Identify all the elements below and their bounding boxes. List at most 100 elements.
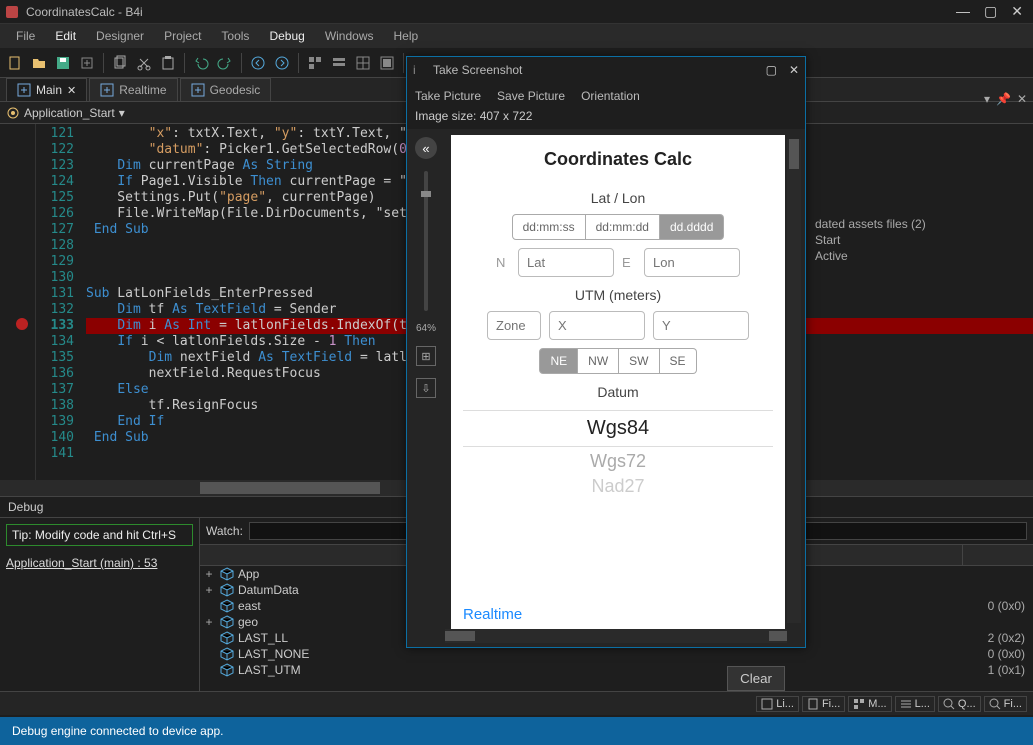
debug-tip: Tip: Modify code and hit Ctrl+S <box>6 524 193 546</box>
variable-row[interactable]: LAST_UTM1 (0x1) <box>200 662 1033 678</box>
variable-icon <box>220 615 234 629</box>
dropdown-icon[interactable]: ▾ <box>984 92 990 106</box>
seg-sw[interactable]: SW <box>619 348 659 374</box>
realtime-link[interactable]: Realtime <box>463 606 522 623</box>
tab-label: Main <box>36 83 62 97</box>
redo-icon[interactable] <box>214 52 236 74</box>
info-icon: i <box>413 63 427 77</box>
seg-ddmmdd[interactable]: dd:mm:dd <box>586 214 660 240</box>
app-icon <box>4 4 20 20</box>
module-icon <box>17 83 31 97</box>
menu-file[interactable]: File <box>6 26 45 46</box>
tab-label: Realtime <box>119 83 166 97</box>
seg-se[interactable]: SE <box>660 348 697 374</box>
variable-icon <box>220 567 234 581</box>
menu-debug[interactable]: Debug <box>259 26 314 46</box>
zoom-fit-icon[interactable]: ⊞ <box>416 346 436 366</box>
tool-find[interactable]: Fi... <box>984 696 1027 712</box>
screenshot-dialog: i Take Screenshot ▢ ✕ Take Picture Save … <box>406 56 806 648</box>
maximize-button[interactable]: ▢ <box>984 3 997 20</box>
module4-icon[interactable] <box>376 52 398 74</box>
menu-project[interactable]: Project <box>154 26 211 46</box>
tool-modules[interactable]: M... <box>848 696 891 712</box>
zoom-slider[interactable] <box>424 171 428 311</box>
save-icon[interactable] <box>52 52 74 74</box>
menu-designer[interactable]: Designer <box>86 26 154 46</box>
zoom-reset-icon[interactable]: « <box>415 137 437 159</box>
new-icon[interactable] <box>4 52 26 74</box>
variable-value: 2 (0x2) <box>961 631 1031 645</box>
back-icon[interactable] <box>247 52 269 74</box>
lon-input[interactable] <box>644 248 740 277</box>
breadcrumb-label[interactable]: Application_Start <box>24 106 115 120</box>
expand-icon[interactable]: + <box>202 583 216 597</box>
clear-button[interactable]: Clear <box>727 666 785 691</box>
orientation-link[interactable]: Orientation <box>581 89 640 103</box>
x-input[interactable] <box>549 311 645 340</box>
variable-name: LAST_UTM <box>238 663 961 677</box>
open-icon[interactable] <box>28 52 50 74</box>
utm-section-label: UTM (meters) <box>451 287 785 303</box>
scrollbar-thumb[interactable] <box>445 631 475 641</box>
menu-edit[interactable]: Edit <box>45 26 86 46</box>
image-size-label: Image size: 407 x 722 <box>407 109 805 129</box>
status-bar: Debug engine connected to device app. <box>0 717 1033 745</box>
scrollbar-thumb[interactable] <box>200 482 380 494</box>
dialog-horizontal-scrollbar[interactable] <box>445 629 787 643</box>
export-icon[interactable] <box>76 52 98 74</box>
breakpoint-gutter[interactable] <box>0 124 36 480</box>
tool-libraries[interactable]: Li... <box>756 696 799 712</box>
close-icon[interactable]: ✕ <box>789 63 799 77</box>
seg-ddmmss[interactable]: dd:mm:ss <box>512 214 586 240</box>
forward-icon[interactable] <box>271 52 293 74</box>
pin-icon[interactable]: 📌 <box>996 92 1011 106</box>
paste-icon[interactable] <box>157 52 179 74</box>
datum-picker[interactable]: Wgs84 Wgs72 Nad27 <box>451 410 785 499</box>
breakpoint-dot[interactable] <box>16 318 28 330</box>
datum-option: Nad27 <box>451 474 785 499</box>
close-icon[interactable]: ✕ <box>67 84 76 97</box>
tab-main[interactable]: Main ✕ <box>6 78 87 101</box>
tab-realtime[interactable]: Realtime <box>89 78 177 101</box>
menu-tools[interactable]: Tools <box>211 26 259 46</box>
tab-geodesic[interactable]: Geodesic <box>180 78 272 101</box>
seg-ne[interactable]: NE <box>539 348 578 374</box>
seg-dddddd[interactable]: dd.dddd <box>660 214 724 240</box>
latlon-section-label: Lat / Lon <box>451 190 785 206</box>
save-picture-link[interactable]: Save Picture <box>497 89 565 103</box>
menu-help[interactable]: Help <box>384 26 429 46</box>
zoom-save-icon[interactable]: ⇩ <box>416 378 436 398</box>
col-val[interactable] <box>963 545 1033 565</box>
copy-icon[interactable] <box>109 52 131 74</box>
zoom-slider-thumb[interactable] <box>421 191 431 197</box>
close-button[interactable]: ✕ <box>1011 3 1023 20</box>
undo-icon[interactable] <box>190 52 212 74</box>
expand-icon[interactable]: + <box>202 567 216 581</box>
seg-nw[interactable]: NW <box>578 348 619 374</box>
menu-windows[interactable]: Windows <box>315 26 384 46</box>
module2-icon[interactable] <box>328 52 350 74</box>
tool-logs[interactable]: L... <box>895 696 935 712</box>
y-input[interactable] <box>653 311 749 340</box>
zoom-value: 64% <box>416 323 436 334</box>
tool-quick[interactable]: Q... <box>938 696 981 712</box>
maximize-icon[interactable]: ▢ <box>766 63 777 77</box>
zone-input[interactable] <box>487 311 541 340</box>
lat-input[interactable] <box>518 248 614 277</box>
scrollbar-thumb[interactable] <box>789 139 799 169</box>
module1-icon[interactable] <box>304 52 326 74</box>
take-picture-link[interactable]: Take Picture <box>415 89 481 103</box>
cut-icon[interactable] <box>133 52 155 74</box>
variable-value: 0 (0x0) <box>961 647 1031 661</box>
breadcrumb-dropdown-icon[interactable]: ▾ <box>119 106 125 120</box>
module3-icon[interactable] <box>352 52 374 74</box>
minimize-button[interactable]: — <box>956 3 970 20</box>
variable-row[interactable]: LAST_NONE0 (0x0) <box>200 646 1033 662</box>
scrollbar-thumb[interactable] <box>769 631 787 641</box>
close-panel-icon[interactable]: ✕ <box>1017 92 1027 106</box>
expand-icon[interactable]: + <box>202 615 216 629</box>
tool-files[interactable]: Fi... <box>802 696 845 712</box>
stack-frame[interactable]: Application_Start (main) : 53 <box>6 556 193 570</box>
variable-icon <box>220 631 234 645</box>
dialog-vertical-scrollbar[interactable] <box>787 139 801 623</box>
